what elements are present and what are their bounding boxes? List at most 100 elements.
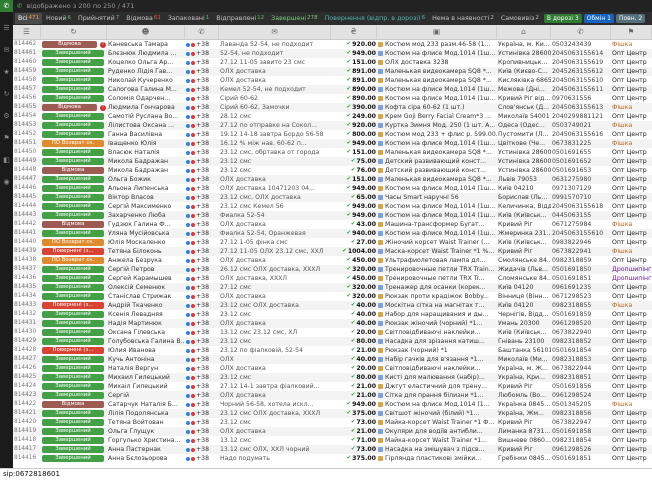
order-id: 814452 (13, 130, 41, 139)
order-row[interactable]: 814459ЗавершенийРуденко Лідія Гав...+38О… (13, 67, 652, 76)
paid-check-icon: ✔ (351, 337, 356, 346)
order-row[interactable]: 814435ЗавершенийОлексій Семенюк+3827.12 … (13, 283, 652, 292)
tab-3[interactable]: Відмова61 (123, 13, 164, 24)
order-row[interactable]: 814423ЗавершенийСергій+38ОЛХ доставка✔21… (13, 391, 652, 400)
order-row[interactable]: 814430ЗавершенийОксана Гілевська+3813.12… (13, 328, 652, 337)
order-status: Завершений (41, 193, 107, 202)
order-row[interactable]: 814449ЗавершенийМикола Бадражан+3823.12 … (13, 157, 652, 166)
order-id: 814424 (13, 382, 41, 391)
product-title: Часы Smart наручні 56 (385, 193, 459, 202)
tab-7[interactable]: Повернення (відпр. в дорозі)6 (322, 13, 428, 24)
order-row[interactable]: 814433Повернені (з...Андрій Ткаченко+382… (13, 301, 652, 310)
source-column-header[interactable]: ⚑ (611, 25, 652, 39)
order-row[interactable]: 814418ЗавершенийГоргулько Христина...+38… (13, 436, 652, 445)
order-row[interactable]: 814451ПО Возврат ск.Іващенко Юлія+3816.1… (13, 139, 652, 148)
order-row[interactable]: 814428Повернені (з...Юлия Иванова+3823.1… (13, 346, 652, 355)
order-row[interactable]: 814427ЗавершенийКучь Антоніна+38ОЛХ✔40.0… (13, 355, 652, 364)
order-row[interactable]: 814439Повернені (з...Тетяна Білоконь+382… (13, 247, 652, 256)
product-name: Світловідбиваючі наклейки... (377, 364, 497, 373)
comment-column-header[interactable]: ✉ (219, 25, 331, 39)
reports-icon[interactable]: ◧ (0, 154, 13, 166)
order-row[interactable]: 814437ЗавершенийСергій Петров+3826.12 см… (13, 265, 652, 274)
menu-icon[interactable]: ☰ (0, 22, 13, 34)
order-status: Завершений (41, 454, 107, 463)
refresh-icon[interactable]: ↻ (0, 88, 13, 100)
power-icon[interactable]: ◉ (0, 176, 13, 188)
phone-number: 0961691235 (551, 283, 611, 292)
product-title: Костюм мод 233 + флис р. 599.00... (385, 130, 497, 139)
order-row[interactable]: 814446ЗавершенийАльона Липенська+38ОЛХ д… (13, 184, 652, 193)
customer-column-header[interactable]: ☻ (107, 25, 185, 39)
contact-column-header[interactable]: ✆ (185, 25, 219, 39)
mail-icon[interactable]: ✉ (0, 44, 13, 56)
city-column-header[interactable]: ⌂ (497, 25, 551, 39)
order-row[interactable]: 814452ЗавершенийГанна Василівна+3819.12 … (13, 130, 652, 139)
order-row[interactable]: 814421ЗавершенийЛілія Подолянська+3823.1… (13, 409, 652, 418)
order-comment: 23.12 смс Кемел 56 (219, 202, 331, 211)
menu-column-header[interactable]: ☰ (13, 25, 41, 39)
phone-icon[interactable]: ✆ (0, 0, 13, 12)
order-row[interactable]: 814442ВідмоваГудзюк Галина Ф...+38ОЛХ до… (13, 220, 652, 229)
order-comment: ОЛХ (219, 355, 331, 364)
order-row[interactable]: 814454ЗавершенийСамотій Руслана Во...+38… (13, 112, 652, 121)
price-column-header[interactable]: ₴ (331, 25, 377, 39)
order-row[interactable]: 814422ВідмоваСатарчук Наталія Б...+38Чор… (13, 400, 652, 409)
tab-8[interactable]: Нема в наявності2 (429, 13, 497, 24)
product-column-header[interactable]: ▣ (377, 25, 497, 39)
paid-check-icon: ✔ (347, 94, 352, 103)
tab-5[interactable]: Відправлені12 (213, 13, 267, 24)
tab-chip-12[interactable]: Повн. 2 (616, 14, 645, 23)
paid-check-icon: ✔ (347, 85, 352, 94)
order-row[interactable]: 814429ЗавершенийГолубовська Галина В...+… (13, 337, 652, 346)
order-row[interactable]: 814441ЗавершенийУляна Мусійовська+38Фиал… (13, 229, 652, 238)
order-row[interactable]: 814462Відмова!Каневська Тамара+38Лаванда… (13, 40, 652, 49)
tab-4[interactable]: Запаковані1 (165, 13, 212, 24)
tab-2[interactable]: Прийнятий7 (75, 13, 122, 24)
order-row[interactable]: 814450ЗавершенийВласюк Наталія+3823.12 с… (13, 148, 652, 157)
order-row[interactable]: 814448ВідмоваМикола Бадражан+3823.12 смс… (13, 166, 652, 175)
order-row[interactable]: 814457ЗавершенийСалогова Галина М...+38К… (13, 85, 652, 94)
call-icon (191, 448, 195, 452)
order-row[interactable]: 814434ЗавершенийСтаніслав Стрижак+38ОЛХ … (13, 292, 652, 301)
order-row[interactable]: 814431ЗавершенийНадія Мартинюк+38ОЛХ дос… (13, 319, 652, 328)
tab-1[interactable]: Новий6 (43, 13, 74, 24)
phone-column-header[interactable]: ✆ (551, 25, 611, 39)
order-row[interactable]: 814426ЗавершенийНаталія Вергун+38ОЛХ дос… (13, 364, 652, 373)
order-row[interactable]: 814447ЗавершенийОльга Божик+38ОЛХ достав… (13, 175, 652, 184)
flag-icon[interactable]: ⚑ (0, 132, 13, 144)
order-row[interactable]: 814456ЗавершенийСоломія Одарчен...+38Сір… (13, 94, 652, 103)
status-column-header[interactable]: ↻ (41, 25, 107, 39)
phone-status-icon: ✆ (17, 0, 22, 12)
order-row[interactable]: 814425ЗавершенийМихаил Гилецький+3823.12… (13, 373, 652, 382)
settings-icon[interactable]: ⚙ (0, 110, 13, 122)
favorites-icon[interactable]: ★ (0, 66, 13, 78)
tab-6[interactable]: Завершені278 (268, 13, 320, 24)
call-icon (191, 214, 195, 218)
tab-chip-10[interactable]: В дорозі 3 (544, 14, 582, 23)
order-row[interactable]: 814416ЗавершенийАнна Бєлозьорова+38Надо … (13, 454, 652, 463)
order-row[interactable]: 814444ЗавершенийСергій Максименко+3823.1… (13, 202, 652, 211)
order-row[interactable]: 814419ЗавершенийОльга Глущук+38ОЛХ доста… (13, 427, 652, 436)
order-row[interactable]: 814417ЗавершенийАнна Пастернак+3813.12 с… (13, 445, 652, 454)
order-row[interactable]: 814420ЗавершенийТетяна Войтован+3823.12 … (13, 418, 652, 427)
order-row[interactable]: 814458ЗавершенийНиколай Кучеренко+38ОЛХ … (13, 76, 652, 85)
tab-9[interactable]: Самовивіз2 (498, 13, 542, 24)
paid-check-icon: ✔ (347, 112, 352, 121)
order-row[interactable]: 814438ПО Возврат ск.Анжела Безрука+38ОЛХ… (13, 256, 652, 265)
product-icon (378, 348, 383, 353)
tab-0[interactable]: Всі471 (15, 13, 42, 24)
tab-count: 2 (490, 15, 494, 21)
tab-chip-11[interactable]: Обмін 1 (584, 14, 614, 23)
order-row[interactable]: 814461ЗавершенийБлєзнюк Людмила ...+3852… (13, 49, 652, 58)
order-row[interactable]: 814436ЗавершенийСергей Карамышев+38ОЛХ д… (13, 274, 652, 283)
order-row[interactable]: 814455Відмова!Людмила Гончарова+38Сірий … (13, 103, 652, 112)
order-row[interactable]: 814445ЗавершенийВіктор Власов+3823.12 см… (13, 193, 652, 202)
order-row[interactable]: 814440ПО Возврат ск.Юлія Москаленко+3827… (13, 238, 652, 247)
paid-check-icon: ✔ (347, 58, 352, 67)
order-row[interactable]: 814443ЗавершенийЗахарченко Люба+38Фиалка… (13, 211, 652, 220)
order-row[interactable]: 814460ЗавершенийКоцелко Ольга Ар...+3827… (13, 58, 652, 67)
order-row[interactable]: 814453ЗавершенийЛілистова Оксана ...+382… (13, 121, 652, 130)
order-row[interactable]: 814424ЗавершенийМихаіл Гилецький+3827.12… (13, 382, 652, 391)
order-row[interactable]: 814432ЗавершенийКсенія Левадняя+3823.12 … (13, 310, 652, 319)
product-icon (378, 447, 383, 452)
